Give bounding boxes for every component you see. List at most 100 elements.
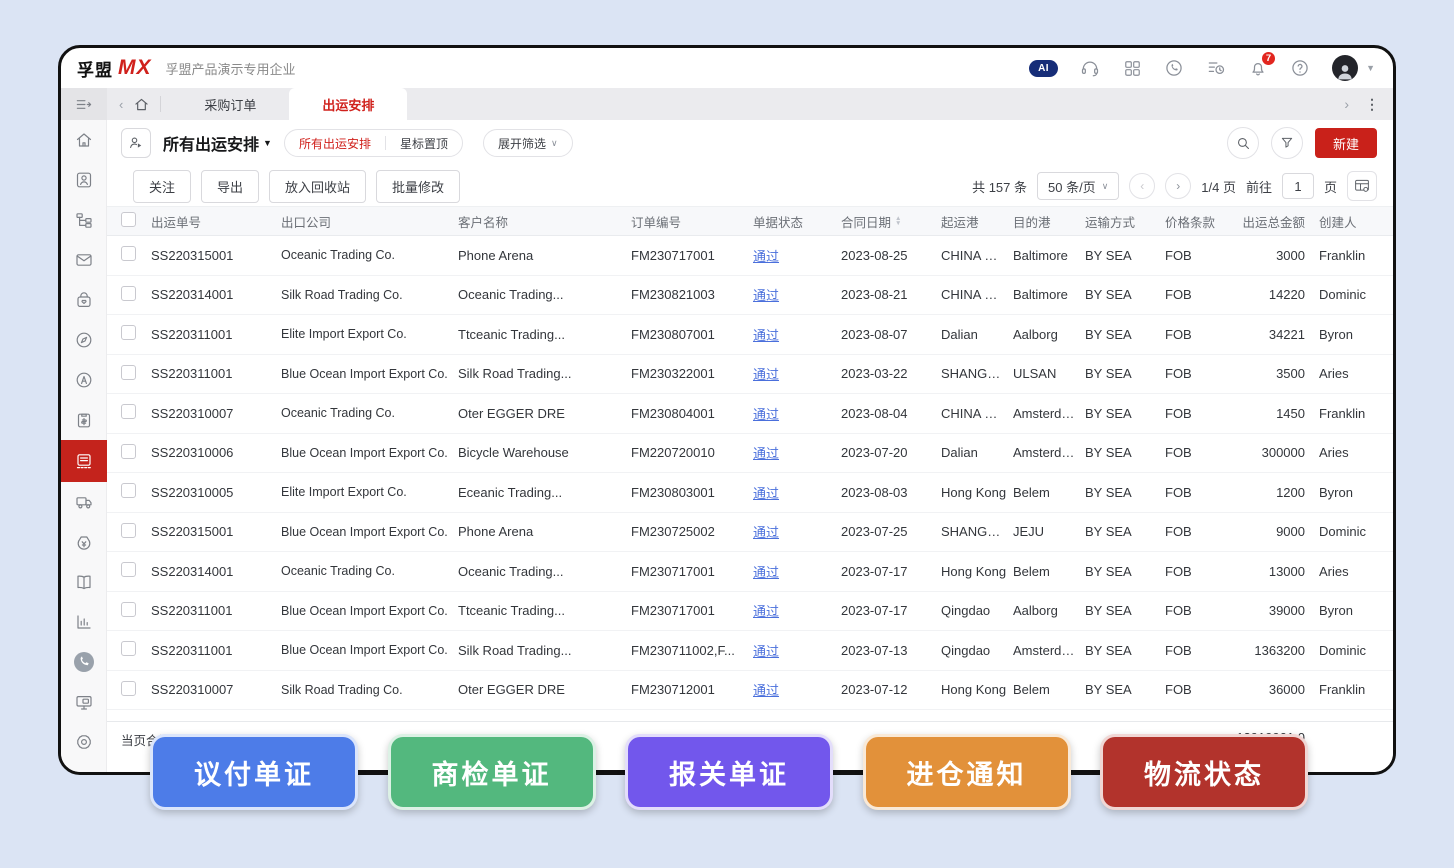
table-row[interactable]: SS220311001 Blue Ocean Import Export Co.… — [107, 355, 1393, 395]
tab-back-icon[interactable]: ‹ — [119, 97, 123, 112]
table-row[interactable]: SS220311001 Elite Import Export Co. Ttce… — [107, 315, 1393, 355]
table-row[interactable]: SS220310005 Elite Import Export Co. Ecea… — [107, 473, 1393, 513]
contract-date: 2023-07-13 — [841, 643, 941, 658]
prev-page-button[interactable]: ‹ — [1129, 173, 1155, 199]
shipment-no: SS220315001 — [151, 524, 281, 539]
port-of-loading: Qingdao — [941, 603, 1013, 618]
action-button[interactable]: 关注 — [133, 170, 191, 203]
status-link[interactable]: 通过 — [753, 407, 779, 422]
status-link[interactable]: 通过 — [753, 446, 779, 461]
help-icon[interactable] — [1290, 58, 1310, 78]
sort-icon[interactable]: ▲▼ — [895, 216, 901, 226]
owner-filter-icon[interactable] — [121, 128, 151, 158]
status-link[interactable]: 通过 — [753, 565, 779, 580]
next-page-button[interactable]: › — [1165, 173, 1191, 199]
sidebar-item-marketing-a[interactable] — [61, 360, 107, 400]
table-row[interactable]: SS220311001 Blue Ocean Import Export Co.… — [107, 592, 1393, 632]
total-amount: 1363200 — [1225, 643, 1315, 658]
status-link[interactable]: 通过 — [753, 288, 779, 303]
action-button[interactable]: 批量修改 — [376, 170, 460, 203]
notification-bell-icon[interactable]: 7 — [1248, 58, 1268, 78]
sidebar-item-reports-chart[interactable] — [61, 602, 107, 642]
sidebar-item-mail[interactable] — [61, 240, 107, 280]
tab-shipment-plan[interactable]: 出运安排 — [289, 88, 407, 120]
tab-forward-icon[interactable]: › — [1344, 96, 1349, 112]
row-checkbox[interactable] — [121, 246, 136, 261]
tab-purchase-orders[interactable]: 采购订单 — [171, 88, 289, 120]
row-checkbox[interactable] — [121, 286, 136, 301]
create-button[interactable]: 新建 — [1315, 128, 1377, 158]
workflow-step-button[interactable]: 报关单证 — [625, 734, 833, 810]
headset-icon[interactable] — [1080, 58, 1100, 78]
table-row[interactable]: SS220315001 Blue Ocean Import Export Co.… — [107, 513, 1393, 553]
ai-assistant-icon[interactable]: AI — [1029, 60, 1058, 77]
expand-filter-button[interactable]: 展开筛选 ∨ — [483, 129, 573, 157]
sidebar-item-products-bag[interactable] — [61, 280, 107, 320]
row-checkbox[interactable] — [121, 562, 136, 577]
table-row[interactable]: SS220314001 Oceanic Trading Co. Oceanic … — [107, 552, 1393, 592]
collapse-menu-icon[interactable] — [61, 88, 107, 120]
chevron-down-icon[interactable]: ▼ — [1366, 63, 1375, 73]
view-selector[interactable]: 所有出运安排 ▼ — [163, 131, 272, 155]
page-size-select[interactable]: 50 条/页 ∨ — [1037, 172, 1119, 200]
table-row[interactable]: SS220311001 Blue Ocean Import Export Co.… — [107, 631, 1393, 671]
row-checkbox[interactable] — [121, 365, 136, 380]
select-all-checkbox[interactable] — [121, 212, 136, 227]
workflow-step-button[interactable]: 进仓通知 — [863, 734, 1071, 810]
status-link[interactable]: 通过 — [753, 683, 779, 698]
sidebar-item-orders-clipboard[interactable] — [61, 400, 107, 440]
status-link[interactable]: 通过 — [753, 486, 779, 501]
sidebar-item-org-structure[interactable] — [61, 200, 107, 240]
destination-port: Amsterdam — [1013, 445, 1085, 460]
sidebar-item-workbench-monitor[interactable] — [61, 682, 107, 722]
row-checkbox[interactable] — [121, 641, 136, 656]
action-button[interactable]: 导出 — [201, 170, 259, 203]
action-button[interactable]: 放入回收站 — [269, 170, 366, 203]
workflow-step-button[interactable]: 商检单证 — [388, 734, 596, 810]
destination-port: Aalborg — [1013, 603, 1085, 618]
search-button[interactable] — [1227, 127, 1259, 159]
table-row[interactable]: SS220310007 Oceanic Trading Co. Oter EGG… — [107, 394, 1393, 434]
status-link[interactable]: 通过 — [753, 249, 779, 264]
destination-port: Belem — [1013, 564, 1085, 579]
sidebar-item-compass[interactable] — [61, 320, 107, 360]
status-link[interactable]: 通过 — [753, 328, 779, 343]
sidebar-item-home[interactable] — [61, 120, 107, 160]
filter-all-shipments[interactable]: 所有出运安排 — [285, 130, 385, 156]
table-row[interactable]: SS220314001 Silk Road Trading Co. Oceani… — [107, 276, 1393, 316]
sidebar-item-settings-gear[interactable] — [61, 722, 107, 762]
row-checkbox[interactable] — [121, 523, 136, 538]
row-checkbox[interactable] — [121, 483, 136, 498]
status-link[interactable]: 通过 — [753, 604, 779, 619]
status-link[interactable]: 通过 — [753, 525, 779, 540]
goto-page-input[interactable] — [1282, 173, 1314, 199]
table-row[interactable]: SS220315001 Oceanic Trading Co. Phone Ar… — [107, 236, 1393, 276]
table-row[interactable]: SS220310006 Blue Ocean Import Export Co.… — [107, 434, 1393, 474]
sidebar-item-contacts[interactable] — [61, 160, 107, 200]
sidebar-item-shipment-docs[interactable] — [61, 440, 107, 482]
avatar[interactable] — [1332, 55, 1358, 81]
filter-funnel-button[interactable] — [1271, 127, 1303, 159]
sidebar-item-ledger-book[interactable] — [61, 562, 107, 602]
table-row[interactable]: SS220310007 Silk Road Trading Co. Oter E… — [107, 671, 1393, 711]
sidebar-item-finance-money[interactable] — [61, 522, 107, 562]
row-checkbox[interactable] — [121, 681, 136, 696]
apps-grid-icon[interactable] — [1122, 58, 1142, 78]
tab-menu-icon[interactable]: ⋮ — [1365, 96, 1379, 113]
task-list-icon[interactable] — [1206, 58, 1226, 78]
home-tab-icon[interactable] — [133, 96, 150, 113]
creator: Byron — [1315, 327, 1393, 342]
row-checkbox[interactable] — [121, 602, 136, 617]
row-checkbox[interactable] — [121, 404, 136, 419]
workflow-step-button[interactable]: 物流状态 — [1100, 734, 1308, 810]
status-link[interactable]: 通过 — [753, 644, 779, 659]
row-checkbox[interactable] — [121, 325, 136, 340]
column-settings-icon[interactable] — [1347, 171, 1377, 201]
filter-starred[interactable]: 星标置顶 — [386, 130, 462, 156]
workflow-step-button[interactable]: 议付单证 — [150, 734, 358, 810]
whatsapp-icon[interactable] — [1164, 58, 1184, 78]
sidebar-item-whatsapp[interactable] — [61, 642, 107, 682]
row-checkbox[interactable] — [121, 444, 136, 459]
status-link[interactable]: 通过 — [753, 367, 779, 382]
sidebar-item-logistics-truck[interactable] — [61, 482, 107, 522]
